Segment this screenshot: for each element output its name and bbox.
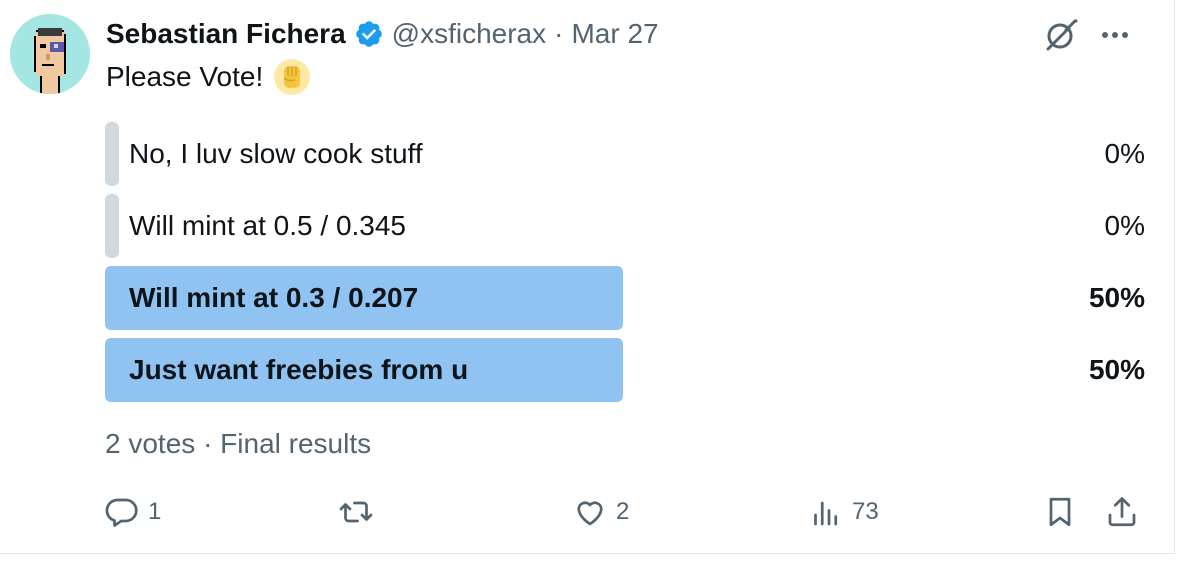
poll-option-percent: 0% [1104,210,1145,241]
raised-fist-emoji-icon [273,58,311,96]
poll-meta: 2 votes · Final results [105,428,371,460]
header-separator: · [554,18,564,49]
tweet-text-content: Please Vote! [106,61,264,92]
avatar[interactable] [10,14,90,94]
action-bar: 1 2 73 [104,492,1144,532]
tweet-text: Please Vote! [106,58,311,96]
tweet-date[interactable]: Mar 27 [571,18,658,50]
heart-icon [572,494,608,530]
like-count: 2 [616,498,630,525]
poll-meta-separator: · [203,428,213,459]
poll-option-percent: 50% [1088,354,1145,385]
author-name[interactable]: Sebastian Fichera [106,18,346,50]
retweet-button[interactable] [338,492,382,532]
views-button[interactable]: 73 [808,492,879,532]
poll-option: Will mint at 0.5 / 0.345 0% [105,194,1145,258]
poll-result-bar [105,194,119,258]
tweet-header: Sebastian Fichera @xsficherax · Mar 27 [106,14,659,54]
author-handle[interactable]: @xsficherax [392,18,546,50]
view-count: 73 [852,498,879,525]
like-button[interactable]: 2 [572,492,629,532]
poll-option: No, I luv slow cook stuff 0% [105,122,1145,186]
more-icon[interactable] [1100,20,1130,55]
bookmark-button[interactable] [1042,492,1078,532]
verified-badge-icon [354,19,384,49]
tweet-card[interactable]: Sebastian Fichera @xsficherax · Mar 27 P… [0,0,1175,554]
share-icon [1104,494,1140,530]
poll: No, I luv slow cook stuff 0% Will mint a… [105,122,1145,410]
poll-option-percent: 50% [1088,282,1145,313]
poll-option-label: Will mint at 0.5 / 0.345 [129,210,407,241]
top-right-icons [1042,16,1130,59]
retweet-icon [338,494,374,530]
poll-vote-count: 2 votes [105,428,196,459]
grok-icon[interactable] [1042,16,1080,59]
poll-option: Just want freebies from u 50% [105,338,1145,402]
bookmark-icon [1042,494,1078,530]
share-button[interactable] [1104,492,1140,532]
poll-option-label: No, I luv slow cook stuff [129,138,423,169]
analytics-icon [808,494,844,530]
poll-option-label: Just want freebies from u [129,354,469,385]
pixel-punk-avatar-icon [10,14,90,94]
poll-status: Final results [220,428,372,459]
poll-option: Will mint at 0.3 / 0.207 50% [105,266,1145,330]
poll-option-label: Will mint at 0.3 / 0.207 [129,282,419,313]
reply-button[interactable]: 1 [104,492,161,532]
poll-result-bar [105,122,119,186]
poll-option-percent: 0% [1104,138,1145,169]
reply-count: 1 [148,498,162,525]
reply-icon [104,494,140,530]
